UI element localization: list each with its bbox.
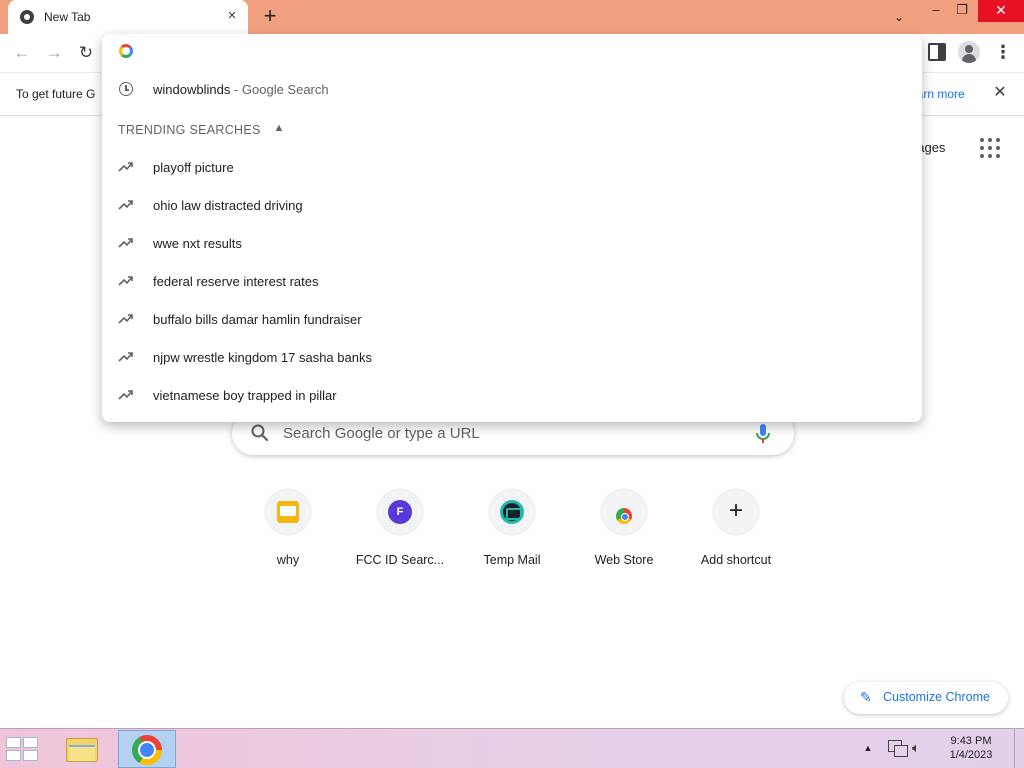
trending-text: playoff picture (153, 160, 234, 175)
trending-icon (118, 200, 133, 210)
trending-text: njpw wrestle kingdom 17 sasha banks (153, 350, 372, 365)
shortcut-tile (600, 488, 648, 536)
infobar-close-icon[interactable]: ✕ (990, 83, 1010, 103)
trending-icon (118, 390, 133, 400)
trending-item[interactable]: vietnamese boy trapped in pillar (102, 376, 922, 414)
taskbar-file-explorer[interactable] (62, 732, 102, 766)
shortcut-tile: + (712, 488, 760, 536)
suggestion-text: windowblinds - Google Search (153, 82, 329, 97)
tray-expand-icon[interactable]: ▲ (862, 742, 874, 754)
trending-text: vietnamese boy trapped in pillar (153, 388, 337, 403)
suggestion-query: windowblinds (153, 82, 231, 97)
plus-icon: + (728, 497, 743, 524)
pencil-icon: ✎ (860, 689, 872, 705)
trending-text: wwe nxt results (153, 236, 242, 251)
microphone-icon[interactable] (754, 423, 772, 445)
google-g-icon (119, 44, 133, 58)
side-panel-icon[interactable] (928, 43, 946, 61)
volume-icon[interactable]: 🔈︎ (912, 740, 932, 756)
network-icon[interactable] (888, 740, 908, 757)
start-windows-icon[interactable] (6, 735, 40, 763)
windows-taskbar: ▲ 🔈︎ 9:43 PM 1/4/2023 (0, 728, 1024, 768)
suggestion-source: Google Search (241, 82, 329, 97)
reload-button[interactable]: ↻ (74, 42, 98, 64)
chrome-favicon-icon (20, 10, 34, 24)
infobar-text: To get future G (16, 87, 96, 101)
customize-chrome-button[interactable]: ✎ Customize Chrome (844, 682, 1008, 714)
profile-avatar-icon[interactable] (958, 41, 980, 63)
trending-icon (118, 352, 133, 362)
fcc-favicon-icon: F (388, 500, 412, 524)
clock-time: 9:43 PM (950, 735, 992, 747)
taskbar-chrome[interactable] (118, 730, 176, 768)
suggestion-separator: - (230, 82, 242, 97)
shortcut-label: why (276, 553, 300, 567)
shortcut-web-store[interactable]: Web Store (568, 488, 680, 578)
trending-item[interactable]: buffalo bills damar hamlin fundraiser (102, 300, 922, 338)
trending-text: buffalo bills damar hamlin fundraiser (153, 312, 362, 327)
trending-item[interactable]: federal reserve interest rates (102, 262, 922, 300)
shortcut-why[interactable]: why (232, 488, 344, 578)
show-desktop-button[interactable] (1014, 729, 1024, 768)
trending-icon (118, 276, 133, 286)
shortcut-label: FCC ID Searc... (355, 553, 445, 567)
shortcut-fcc-id-search[interactable]: F FCC ID Searc... (344, 488, 456, 578)
close-window-button[interactable]: ✕ (978, 0, 1024, 22)
taskbar-clock[interactable]: 9:43 PM 1/4/2023 (940, 734, 1002, 762)
apps-grid-icon[interactable] (980, 138, 1000, 158)
trending-icon (118, 238, 133, 248)
restore-button[interactable]: ❐ (946, 0, 978, 22)
trending-searches-header: TRENDING SEARCHES (118, 123, 261, 137)
folder-icon (66, 738, 98, 762)
search-icon (251, 424, 269, 442)
web-store-favicon-icon (612, 502, 636, 524)
ntp-search-placeholder: Search Google or type a URL (283, 425, 480, 442)
trending-item[interactable]: njpw wrestle kingdom 17 sasha banks (102, 338, 922, 376)
shortcut-tile: F (376, 488, 424, 536)
trending-item[interactable]: ohio law distracted driving (102, 186, 922, 224)
shortcut-add[interactable]: + Add shortcut (680, 488, 792, 578)
trending-text: ohio law distracted driving (153, 198, 303, 213)
customize-chrome-label: Customize Chrome (883, 690, 990, 704)
trending-item[interactable]: wwe nxt results (102, 224, 922, 262)
clock-date: 1/4/2023 (949, 749, 993, 761)
title-bar: New Tab × + ⌄ – ❐ ✕ (0, 0, 1024, 34)
tab-search-chevron-icon[interactable]: ⌄ (888, 7, 910, 27)
tab-title: New Tab (44, 10, 91, 24)
shortcut-label: Add shortcut (700, 553, 772, 567)
chrome-menu-button[interactable]: ⋮ (994, 42, 1012, 64)
tab-new-tab[interactable]: New Tab × (8, 0, 248, 34)
shortcut-temp-mail[interactable]: Temp Mail (456, 488, 568, 578)
why-favicon-icon (277, 501, 299, 523)
history-icon (119, 82, 133, 96)
omnibox-dropdown: windowblinds - Google Search TRENDING SE… (102, 34, 922, 422)
chrome-icon (132, 735, 162, 765)
trending-icon (118, 162, 133, 172)
trending-item[interactable]: playoff picture (102, 148, 922, 186)
trending-icon (118, 314, 133, 324)
address-bar-input[interactable] (152, 40, 852, 62)
suggestion-history-windowblinds[interactable]: windowblinds - Google Search (102, 70, 922, 108)
forward-button[interactable]: → (42, 42, 66, 64)
shortcut-tile (488, 488, 536, 536)
shortcut-tile (264, 488, 312, 536)
trending-text: federal reserve interest rates (153, 274, 319, 289)
chevron-up-icon[interactable]: ▲ (272, 121, 286, 135)
shortcut-label: Temp Mail (483, 553, 541, 567)
new-tab-button[interactable]: + (258, 5, 282, 29)
tab-close-icon[interactable]: × (224, 8, 240, 24)
temp-mail-favicon-icon (500, 500, 524, 524)
shortcut-label: Web Store (594, 553, 654, 567)
back-button[interactable]: ← (10, 42, 34, 64)
